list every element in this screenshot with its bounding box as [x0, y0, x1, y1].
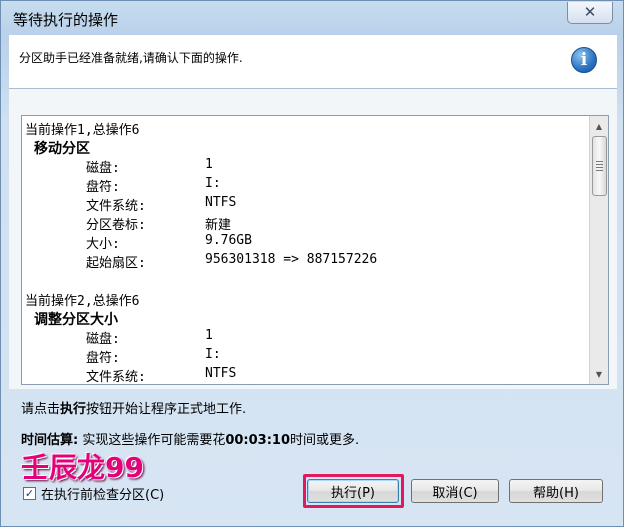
detail-key: 盘符:	[86, 351, 120, 366]
detail-value: 1	[205, 157, 213, 172]
detail-key: 起始扇区:	[86, 256, 146, 271]
operations-content: 当前操作1,总操作6 移动分区 磁盘: 1 盘符: I: 文件系统: NTFS 分区卷标: 新建大…	[22, 116, 590, 384]
operation-detail-row: 大小: 9.76GB	[22, 233, 582, 252]
detail-value: I:	[205, 347, 221, 362]
check-partition-checkbox[interactable]: ✓ 在执行前检查分区(C)	[23, 484, 164, 503]
scrollbar-thumb[interactable]	[592, 136, 607, 196]
detail-key: 磁盘:	[86, 161, 120, 176]
operation-name: 调整分区大小	[34, 312, 118, 328]
operation-detail-row: 盘符: I:	[22, 176, 582, 195]
operation-name: 移动分区	[34, 141, 90, 157]
window-title: 等待执行的操作	[13, 11, 119, 29]
scroll-down-arrow-icon[interactable]: ▼	[591, 366, 607, 382]
operation-detail-row: 文件系统: NTFS	[22, 366, 582, 384]
operation-detail-row: 文件系统: NTFS	[22, 195, 582, 214]
detail-value: 1	[205, 328, 213, 343]
help-button[interactable]: 帮助(H)	[509, 479, 603, 503]
checkbox-label: 在执行前检查分区(C)	[41, 488, 165, 503]
operation-detail-row: 分区卷标: 新建	[22, 214, 582, 233]
detail-value: 9.76GB	[205, 233, 252, 248]
detail-key: 盘符:	[86, 180, 120, 195]
detail-value: I:	[205, 176, 221, 191]
detail-value: 新建	[205, 218, 232, 233]
dialog-footer: ✓ 在执行前检查分区(C) 执行(P) 取消(C) 帮助(H)	[1, 473, 623, 527]
operation-counter: 当前操作2,总操作6	[25, 294, 140, 309]
execute-button[interactable]: 执行(P)	[307, 479, 399, 503]
detail-key: 大小:	[86, 237, 120, 252]
detail-value: NTFS	[205, 195, 237, 210]
operation-detail-row: 起始扇区: 956301318 => 887157226	[22, 252, 582, 271]
operation-detail-row: 磁盘: 1	[22, 328, 582, 347]
dialog-window: 等待执行的操作 ✕ 分区助手已经准备就绪,请确认下面的操作. i 当前操作1,总…	[0, 0, 624, 527]
detail-key: 磁盘:	[86, 332, 120, 347]
instruction-text: 请点击执行按钮开始让程序正式地工作.	[21, 402, 247, 417]
detail-key: 文件系统:	[86, 199, 146, 214]
scroll-up-arrow-icon[interactable]: ▲	[591, 118, 607, 134]
close-icon: ✕	[583, 3, 597, 21]
time-estimate-duration: 00:03:10	[225, 433, 291, 448]
operation-detail-row: 盘符: I:	[22, 347, 582, 366]
operation-counter: 当前操作1,总操作6	[25, 123, 140, 138]
detail-value: NTFS	[205, 366, 237, 381]
header-panel: 分区助手已经准备就绪,请确认下面的操作. i	[9, 35, 617, 89]
info-icon: i	[571, 47, 597, 73]
detail-key: 分区卷标:	[86, 218, 146, 233]
detail-key: 文件系统:	[86, 370, 146, 384]
operation-detail-row: 磁盘: 1	[22, 157, 582, 176]
vertical-scrollbar[interactable]: ▲ ▼	[589, 116, 608, 384]
body-panel: 当前操作1,总操作6 移动分区 磁盘: 1 盘符: I: 文件系统: NTFS 分区卷标: 新建大…	[9, 89, 617, 389]
header-message: 分区助手已经准备就绪,请确认下面的操作.	[19, 51, 243, 65]
title-bar[interactable]: 等待执行的操作 ✕	[1, 1, 623, 35]
cancel-button[interactable]: 取消(C)	[411, 479, 499, 503]
close-button[interactable]: ✕	[567, 2, 613, 24]
operations-list[interactable]: 当前操作1,总操作6 移动分区 磁盘: 1 盘符: I: 文件系统: NTFS 分区卷标: 新建大…	[21, 115, 609, 385]
checkbox-check-icon[interactable]: ✓	[23, 487, 36, 500]
detail-value: 956301318 => 887157226	[205, 252, 378, 267]
